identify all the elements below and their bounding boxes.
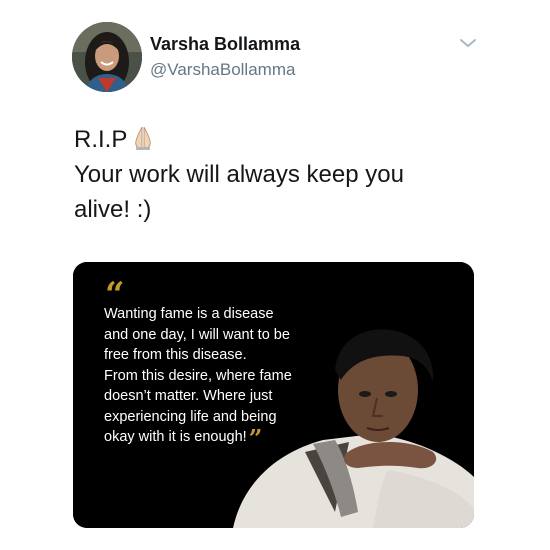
- quote-line: doesn’t matter. Where just: [104, 388, 273, 404]
- tweet-media-image[interactable]: “ Wanting fame is a disease and one day,…: [73, 262, 474, 528]
- author-handle[interactable]: @VarshaBollamma: [150, 60, 295, 80]
- author-display-name[interactable]: Varsha Bollamma: [150, 34, 300, 55]
- chevron-down-icon[interactable]: [458, 36, 478, 50]
- tweet-card: Varsha Bollamma @VarshaBollamma R.I.P Yo…: [0, 0, 550, 550]
- folded-hands-icon: [135, 126, 151, 150]
- tweet-line-1: R.I.P: [74, 122, 494, 157]
- close-quote-mark: ”: [248, 424, 263, 453]
- quote-line: and one day, I will want to be: [104, 326, 290, 343]
- tweet-line-3: alive! :): [74, 196, 152, 223]
- quote-line: Wanting fame is a disease: [104, 306, 274, 322]
- tweet-text: R.I.P Your work will always keep you ali…: [74, 122, 494, 227]
- avatar-photo: [72, 22, 142, 92]
- quote-line: experiencing life and being: [104, 408, 277, 425]
- quote-line-last-text: okay with it is enough!: [104, 429, 247, 445]
- tweet-rip-text: R.I.P: [74, 126, 128, 153]
- quote-line: free from this disease.: [104, 347, 247, 363]
- avatar[interactable]: [72, 22, 142, 92]
- quote-text: Wanting fame is a disease and one day, I…: [104, 304, 344, 451]
- quote-line-last: okay with it is enough!”: [104, 427, 344, 451]
- quote-line: From this desire, where fame: [104, 367, 292, 384]
- tweet-line-2: Your work will always keep you: [74, 161, 404, 188]
